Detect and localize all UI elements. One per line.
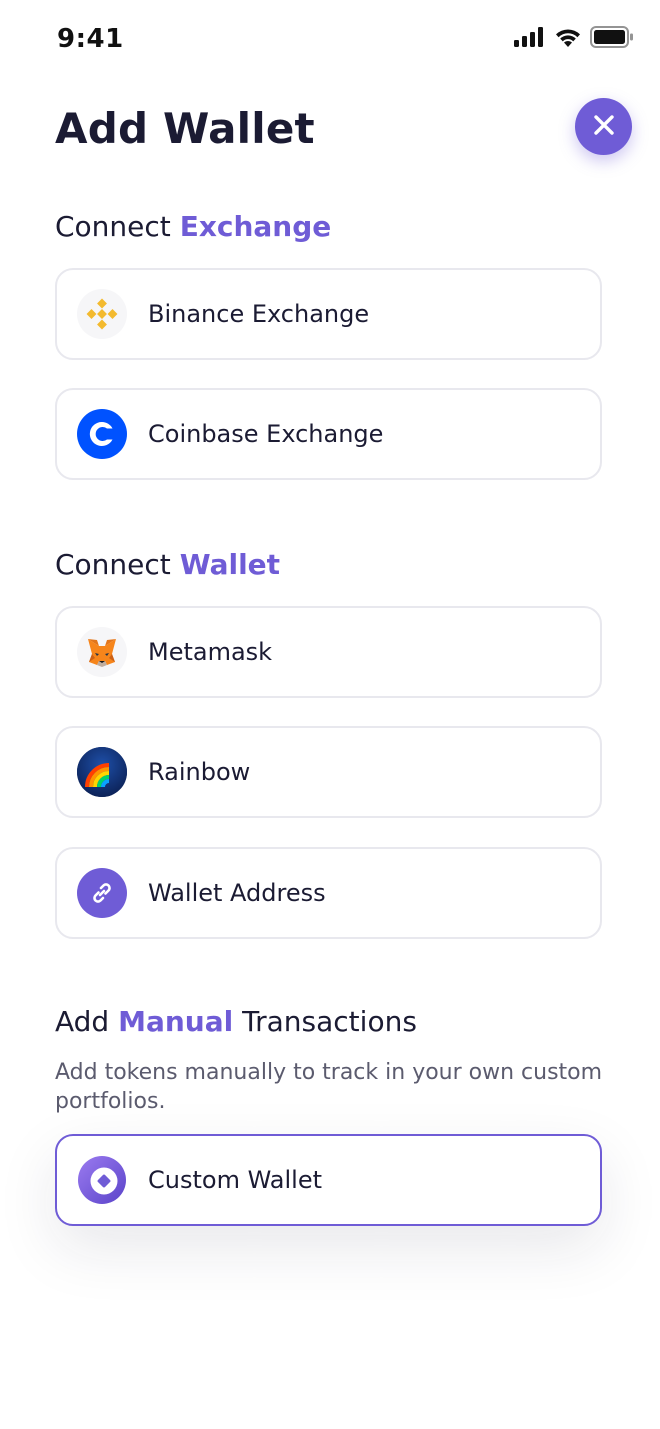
binance-exchange-option[interactable]: Binance Exchange [55,268,602,360]
card-label: Coinbase Exchange [148,420,384,448]
section-heading-prefix: Connect [55,548,180,581]
card-label: Metamask [148,638,273,666]
section-heading-accent: Exchange [179,210,332,243]
card-label: Binance Exchange [148,300,370,328]
status-bar: 9:41 [0,0,660,80]
coinbase-exchange-option[interactable]: Coinbase Exchange [55,388,602,480]
section-heading-wallet: Connect Wallet [55,548,280,581]
add-wallet-screen: 9:41 Add Wallet Connect Exchange Binance… [0,0,660,1429]
status-time: 9:41 [57,24,124,54]
custom-wallet-option[interactable]: Custom Wallet [55,1134,602,1226]
rainbow-option[interactable]: Rainbow [55,726,602,818]
link-icon [77,868,127,918]
section-heading-exchange: Connect Exchange [55,210,331,243]
rainbow-icon [77,747,127,797]
wifi-icon [554,27,582,47]
section-heading-prefix: Add [55,1005,119,1038]
section-heading-accent: Wallet [179,548,281,581]
section-description: Add tokens manually to track in your own… [55,1060,603,1114]
card-label: Wallet Address [148,879,326,907]
card-label: Rainbow [148,758,251,786]
close-button[interactable] [575,98,632,155]
metamask-option[interactable]: Metamask [55,606,602,698]
cellular-signal-icon [514,27,546,47]
section-heading-accent: Manual [118,1005,234,1038]
binance-icon [77,289,127,339]
section-heading-prefix: Connect [55,210,180,243]
section-heading-suffix: Transactions [233,1005,417,1038]
page-title: Add Wallet [55,104,315,153]
metamask-icon [77,627,127,677]
custom-wallet-icon [77,1155,127,1205]
status-icons [514,26,634,48]
coinbase-icon [77,409,127,459]
card-label: Custom Wallet [148,1166,322,1194]
wallet-address-option[interactable]: Wallet Address [55,847,602,939]
close-icon [593,114,615,140]
battery-icon [590,26,634,48]
section-heading-manual: Add Manual Transactions [55,1005,417,1038]
